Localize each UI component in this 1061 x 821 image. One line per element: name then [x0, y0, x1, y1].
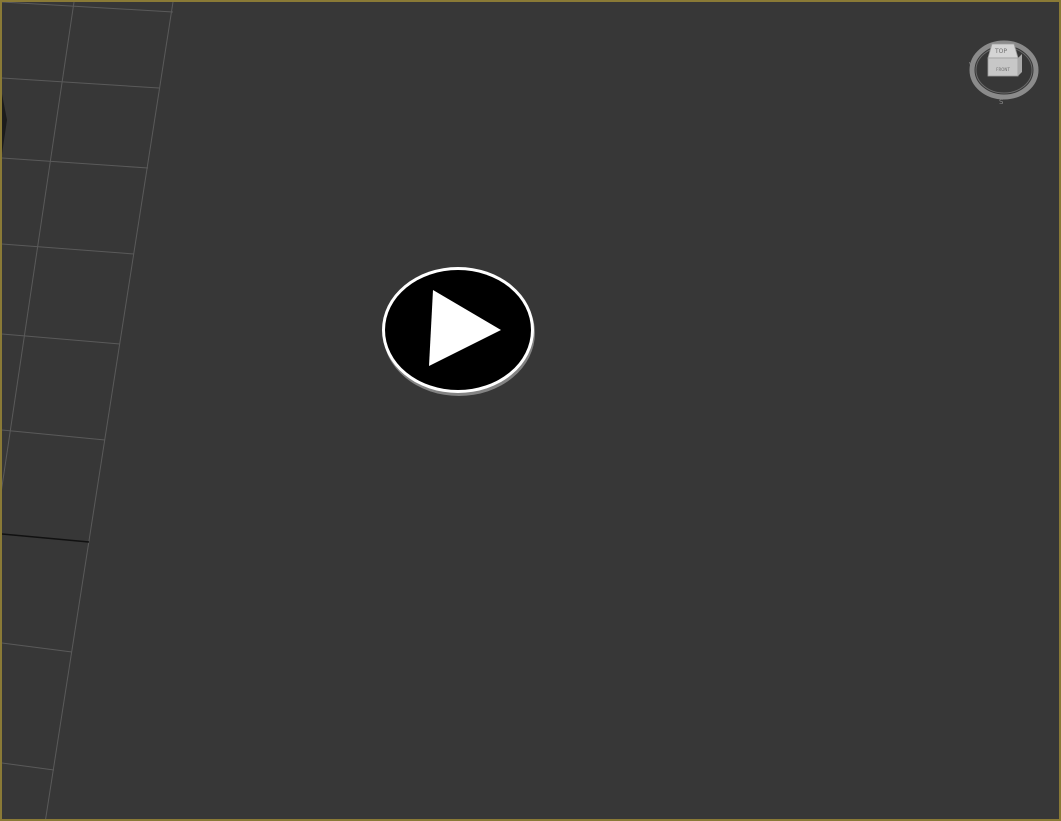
grid-line — [2, 762, 55, 771]
play-button[interactable] — [380, 265, 536, 397]
compass-south-label: S — [999, 98, 1004, 106]
grid-line — [2, 642, 73, 653]
compass-west-label: W — [969, 61, 976, 69]
grid-line — [2, 243, 135, 255]
viewcube-front-label[interactable]: FRONT — [996, 67, 1010, 72]
grid-line — [2, 77, 160, 89]
grid-line — [2, 429, 106, 441]
axis-line — [2, 533, 90, 543]
perspective-grid — [2, 2, 174, 819]
compass-east-label: E — [1034, 67, 1038, 75]
viewcube[interactable]: TOP FRONT W E S — [966, 34, 1042, 106]
grid-line — [45, 2, 174, 819]
grid-line — [2, 157, 149, 169]
viewcube-top-label[interactable]: TOP — [994, 48, 1007, 55]
grid-line — [2, 2, 75, 490]
scene-object — [2, 94, 7, 154]
play-icon — [382, 267, 535, 396]
grid-line — [2, 2, 174, 13]
3d-viewport[interactable]: TOP FRONT W E S — [0, 0, 1061, 821]
grid-line — [2, 333, 121, 345]
